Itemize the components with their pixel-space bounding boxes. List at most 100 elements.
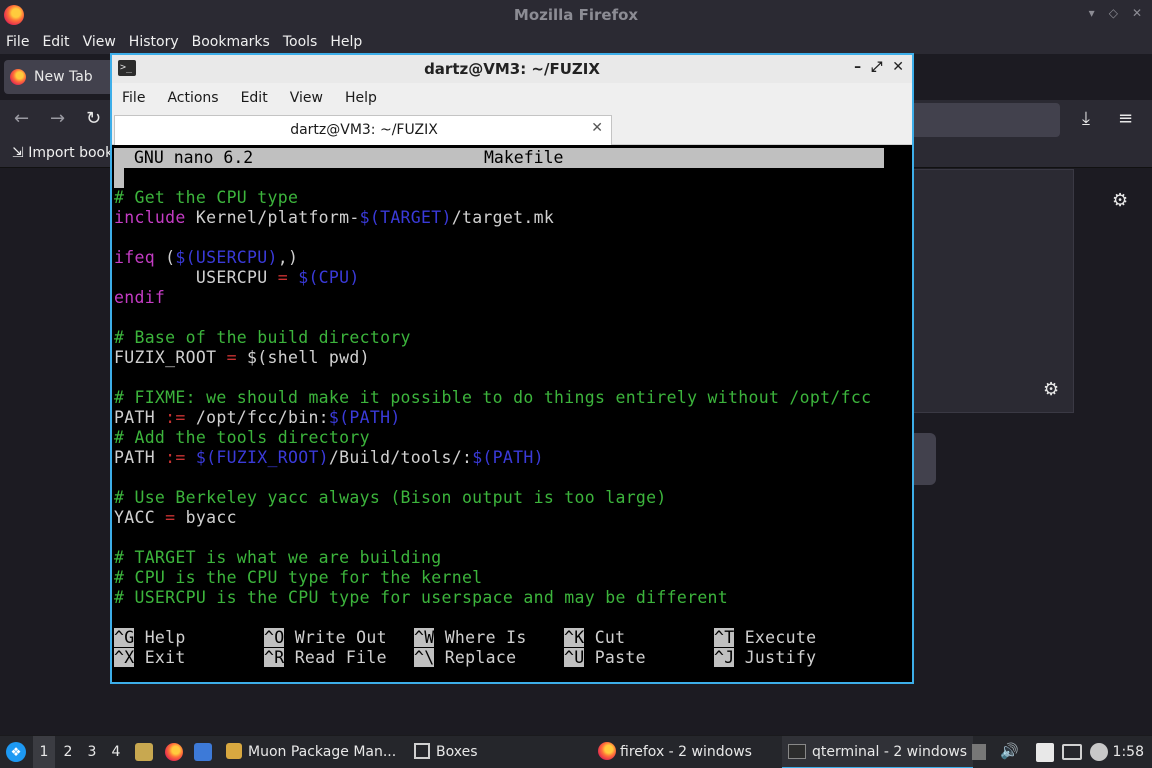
text-cursor	[114, 168, 124, 188]
import-bookmarks-label: Import book	[28, 145, 114, 161]
download-icon[interactable]: ⤓	[1082, 108, 1090, 129]
forward-icon[interactable]: →	[50, 108, 65, 129]
nano-filename: Makefile	[484, 148, 564, 167]
code-line: PATH := $(FUZIX_ROOT)/Build/tools/:$(PAT…	[114, 448, 544, 467]
ff-menu-file[interactable]: File	[6, 34, 29, 50]
code-line: USERCPU = $(CPU)	[114, 268, 360, 287]
shortcut-exit[interactable]: ^X Exit	[114, 648, 186, 668]
maximize-icon[interactable]: ◇	[1109, 6, 1118, 20]
code-line: # TARGET is what we are building	[114, 548, 442, 567]
tab-close-icon[interactable]: ✕	[591, 120, 603, 136]
reload-icon[interactable]: ↻	[86, 108, 101, 129]
firefox-tab-icon	[10, 69, 26, 85]
volume-icon[interactable]: 🔊	[1000, 742, 1019, 760]
code-line: # FIXME: we should make it possible to d…	[114, 388, 872, 407]
task-firefox-label: firefox - 2 windows	[620, 744, 752, 760]
minimize-icon[interactable]: ▾	[1089, 6, 1095, 20]
terminal-menubar: File Actions Edit View Help	[112, 83, 912, 113]
scroll-indicator-icon[interactable]	[972, 744, 986, 760]
shortcut-justify[interactable]: ^J Justify	[714, 648, 816, 668]
terminal-tab[interactable]: dartz@VM3: ~/FUZIX ✕	[114, 115, 612, 145]
taskbar: ❖ 1 2 3 4 Muon Package Man... Boxes fire…	[0, 735, 1152, 768]
firefox-icon	[598, 742, 616, 760]
terminal-icon	[788, 744, 806, 759]
firefox-url-field[interactable]	[910, 103, 1060, 137]
task-firefox[interactable]: firefox - 2 windows	[598, 736, 752, 768]
minimize-icon[interactable]: –	[854, 59, 861, 75]
shortcut-replace[interactable]: ^\ Replace	[414, 648, 516, 668]
gear-icon[interactable]: ⚙	[1043, 379, 1059, 400]
terminal-window-controls: – ⤢ ✕	[854, 59, 904, 75]
terminal-screen[interactable]: GNU nano 6.2 Makefile # Get the CPU type…	[112, 146, 912, 682]
ff-menu-tools[interactable]: Tools	[283, 34, 318, 50]
firefox-window-title: Mozilla Firefox	[513, 6, 639, 24]
shortcut-paste[interactable]: ^U Paste	[564, 648, 646, 668]
code-line: # USERCPU is the CPU type for userspace …	[114, 588, 729, 607]
shortcut-cut[interactable]: ^K Cut	[564, 628, 625, 648]
qterminal-window: >_ dartz@VM3: ~/FUZIX – ⤢ ✕ File Actions…	[110, 53, 914, 684]
task-boxes[interactable]: Boxes	[414, 736, 478, 768]
terminal-window-title: dartz@VM3: ~/FUZIX	[424, 60, 600, 78]
code-line: YACC = byacc	[114, 508, 237, 527]
ff-menu-history[interactable]: History	[129, 34, 179, 50]
ff-menu-view[interactable]: View	[83, 34, 116, 50]
update-notifier-icon[interactable]	[1090, 743, 1108, 761]
term-menu-actions[interactable]: Actions	[167, 90, 218, 106]
gear-icon[interactable]: ⚙	[1112, 190, 1128, 211]
package-icon	[226, 743, 242, 759]
task-qterminal[interactable]: qterminal - 2 windows	[782, 736, 974, 768]
shortcut-execute[interactable]: ^T Execute	[714, 628, 816, 648]
code-line: # Get the CPU type	[114, 188, 299, 207]
code-line: FUZIX_ROOT = $(shell pwd)	[114, 348, 370, 367]
back-icon[interactable]: ←	[14, 108, 29, 129]
nano-version: GNU nano 6.2	[134, 148, 254, 167]
import-bookmarks-link[interactable]: ⇲ Import book	[12, 145, 113, 161]
task-boxes-label: Boxes	[436, 744, 478, 760]
clipboard-icon[interactable]	[1036, 743, 1054, 762]
code-line: endif	[114, 288, 166, 307]
firefox-window-controls: ▾ ◇ ✕	[1089, 6, 1142, 20]
firefox-tab-new-tab[interactable]: New Tab	[4, 60, 116, 94]
shortcut-read-file[interactable]: ^R Read File	[264, 648, 387, 668]
code-line: # CPU is the CPU type for the kernel	[114, 568, 483, 587]
term-menu-help[interactable]: Help	[345, 90, 377, 106]
code-line: # Base of the build directory	[114, 328, 411, 347]
desktop-4[interactable]: 4	[105, 736, 127, 768]
show-desktop-icon[interactable]	[194, 743, 212, 761]
firefox-menubar: File Edit View History Bookmarks Tools H…	[0, 30, 1152, 54]
close-icon[interactable]: ✕	[1132, 6, 1142, 20]
ff-menu-edit[interactable]: Edit	[42, 34, 69, 50]
start-menu-icon[interactable]: ❖	[6, 742, 26, 762]
clock[interactable]: 1:58	[1113, 736, 1144, 768]
terminal-tabbar: dartz@VM3: ~/FUZIX ✕	[112, 113, 912, 145]
ff-menu-help[interactable]: Help	[330, 34, 362, 50]
firefox-launcher-icon[interactable]	[165, 743, 183, 761]
shortcut-write-out[interactable]: ^O Write Out	[264, 628, 387, 648]
term-menu-edit[interactable]: Edit	[241, 90, 268, 106]
ff-menu-bookmarks[interactable]: Bookmarks	[192, 34, 270, 50]
code-line: # Add the tools directory	[114, 428, 370, 447]
boxes-icon	[414, 743, 430, 759]
file-manager-icon[interactable]	[135, 743, 153, 761]
firefox-tab-label: New Tab	[34, 69, 93, 85]
nano-header-bar: GNU nano 6.2 Makefile	[114, 148, 884, 168]
desktop-3[interactable]: 3	[81, 736, 103, 768]
code-line: ifeq ($(USERCPU),)	[114, 248, 299, 267]
hamburger-menu-icon[interactable]: ≡	[1118, 108, 1133, 129]
term-menu-file[interactable]: File	[122, 90, 145, 106]
terminal-tab-label: dartz@VM3: ~/FUZIX	[290, 122, 438, 138]
desktop-1[interactable]: 1	[33, 736, 55, 768]
code-line: include Kernel/platform-$(TARGET)/target…	[114, 208, 555, 227]
close-icon[interactable]: ✕	[892, 59, 904, 75]
task-qterminal-label: qterminal - 2 windows	[812, 744, 968, 760]
task-muon-label: Muon Package Man...	[248, 744, 397, 760]
shortcut-help[interactable]: ^G Help	[114, 628, 186, 648]
code-line: # Use Berkeley yacc always (Bison output…	[114, 488, 667, 507]
term-menu-view[interactable]: View	[290, 90, 323, 106]
task-muon[interactable]: Muon Package Man...	[226, 736, 396, 768]
shortcut-where-is[interactable]: ^W Where Is	[414, 628, 527, 648]
desktop-2[interactable]: 2	[57, 736, 79, 768]
code-line: PATH := /opt/fcc/bin:$(PATH)	[114, 408, 401, 427]
network-icon[interactable]	[1062, 744, 1082, 760]
maximize-icon[interactable]: ⤢	[871, 59, 882, 75]
